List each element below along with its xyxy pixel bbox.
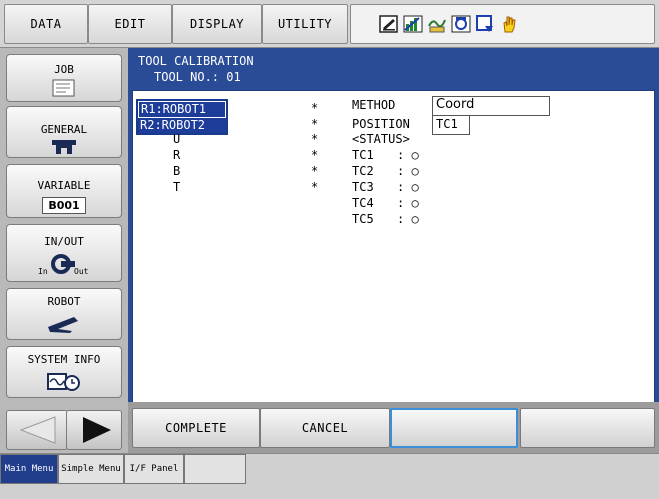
- nav-system-info-button[interactable]: SYSTEM INFO: [6, 346, 122, 398]
- nav-job-label: JOB: [54, 63, 74, 76]
- axis-label: R: [173, 148, 181, 162]
- nav-inout-button[interactable]: IN/OUT In Out: [6, 224, 122, 282]
- main-panel: TOOL CALIBRATION TOOL NO.: 01 R1:ROBOT1 …: [128, 48, 659, 444]
- nav-inout-label: IN/OUT: [44, 235, 84, 248]
- empty-command-button[interactable]: [520, 408, 655, 448]
- axis-label: T: [173, 180, 181, 194]
- job-icon: [7, 79, 121, 97]
- status-value: : ○: [397, 148, 419, 162]
- tab-if-panel[interactable]: I/F Panel: [124, 454, 184, 484]
- status-label: TC1: [352, 148, 374, 162]
- axis-value: *: [311, 132, 319, 146]
- command-bar: COMPLETE CANCEL: [128, 402, 659, 453]
- general-icon: [7, 139, 121, 155]
- nav-system-info-label: SYSTEM INFO: [27, 353, 101, 366]
- empty-command-button[interactable]: [390, 408, 518, 448]
- nav-variable-label: VARIABLE: [37, 179, 91, 192]
- axis-label: U: [173, 132, 181, 146]
- nav-general-button[interactable]: GENERAL: [6, 106, 122, 158]
- status-value: : ○: [397, 180, 419, 194]
- arrow-left-icon: [19, 416, 56, 444]
- next-page-button[interactable]: [66, 410, 122, 450]
- status-value: : ○: [397, 212, 419, 226]
- status-label: TC5: [352, 212, 374, 226]
- play-icon: [475, 14, 495, 34]
- inout-in-label: In: [38, 267, 48, 276]
- axis-value: *: [311, 180, 319, 194]
- system-info-icon: [7, 371, 121, 393]
- teach-icon: [451, 14, 471, 34]
- axis-value: *: [311, 117, 319, 131]
- robot-option-2[interactable]: R2:ROBOT2: [138, 118, 226, 133]
- method-field[interactable]: Coord: [432, 96, 550, 116]
- tab-main-menu[interactable]: Main Menu: [0, 454, 58, 484]
- tool-number: TOOL NO.: 01: [154, 70, 241, 84]
- axis-value: *: [311, 148, 319, 162]
- status-label: TC2: [352, 164, 374, 178]
- menu-display[interactable]: DISPLAY: [172, 4, 262, 44]
- nav-variable-button[interactable]: VARIABLE B001: [6, 164, 122, 218]
- servo-icon: [427, 14, 447, 34]
- tab-empty[interactable]: [184, 454, 246, 484]
- status-value: : ○: [397, 196, 419, 210]
- robot-select-list[interactable]: R1:ROBOT1 R2:ROBOT2: [136, 99, 228, 135]
- top-menu-bar: DATA EDIT DISPLAY UTILITY: [0, 0, 659, 48]
- nav-robot-button[interactable]: ROBOT: [6, 288, 122, 340]
- axis-value: *: [311, 164, 319, 178]
- nav-robot-label: ROBOT: [47, 295, 81, 308]
- main-header: TOOL CALIBRATION TOOL NO.: 01: [128, 48, 659, 90]
- inout-icon: In Out: [7, 253, 121, 277]
- tab-simple-menu[interactable]: Simple Menu: [58, 454, 124, 484]
- robot-icon: [7, 313, 121, 335]
- prev-page-button[interactable]: [6, 410, 68, 450]
- cycle-icon: [403, 14, 423, 34]
- robot-option-1[interactable]: R1:ROBOT1: [138, 101, 226, 118]
- menu-data[interactable]: DATA: [4, 4, 88, 44]
- method-label: METHOD: [352, 98, 396, 112]
- status-label: TC3: [352, 180, 374, 194]
- arrow-right-icon: [83, 417, 111, 443]
- status-label: TC4: [352, 196, 374, 210]
- hand-icon: [499, 14, 519, 34]
- axis-value: *: [311, 101, 319, 115]
- status-value: : ○: [397, 164, 419, 178]
- variable-icon: B001: [7, 197, 121, 214]
- position-field[interactable]: TC1: [432, 115, 470, 135]
- inout-out-label: Out: [74, 267, 89, 276]
- variable-badge: B001: [42, 197, 86, 214]
- position-label: POSITION: [352, 117, 410, 131]
- nav-general-label: GENERAL: [40, 123, 88, 136]
- status-heading: <STATUS>: [352, 132, 410, 146]
- menu-edit[interactable]: EDIT: [88, 4, 172, 44]
- tool-calibration-content: R1:ROBOT1 R2:ROBOT2 * * U * R * B * T * …: [132, 90, 655, 444]
- nav-job-button[interactable]: JOB: [6, 54, 122, 102]
- edit-mode-icon: [379, 14, 399, 34]
- axis-label: B: [173, 164, 181, 178]
- menu-utility[interactable]: UTILITY: [262, 4, 348, 44]
- complete-button[interactable]: COMPLETE: [132, 408, 260, 448]
- bottom-tab-bar: Main Menu Simple Menu I/F Panel: [0, 453, 659, 499]
- page-title: TOOL CALIBRATION: [138, 54, 254, 68]
- left-navigation: JOB GENERAL VARIABLE B001 IN/OUT In Out …: [0, 48, 128, 453]
- status-icon-area: [350, 4, 655, 44]
- cancel-button[interactable]: CANCEL: [260, 408, 390, 448]
